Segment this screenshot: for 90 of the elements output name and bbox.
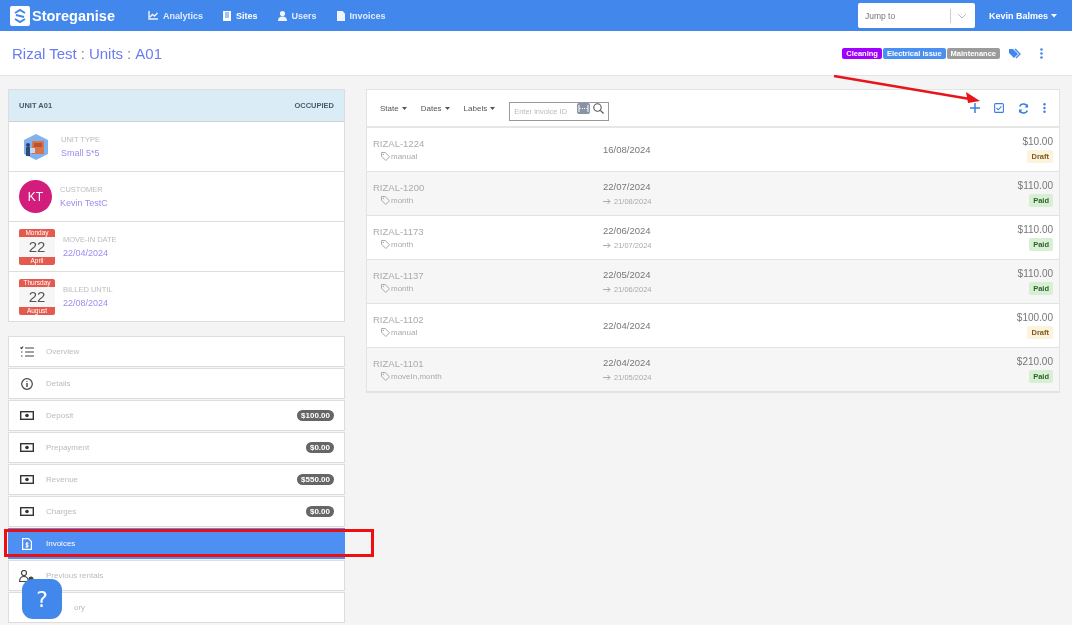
tag-icon[interactable]	[1009, 47, 1022, 59]
tag-icon	[381, 240, 390, 249]
tag-icon	[381, 152, 390, 161]
amount-badge: $550.00	[297, 474, 334, 485]
menu-item[interactable]: Prepayment $0.00	[8, 432, 345, 463]
invoice-icon	[19, 537, 35, 550]
menu-item[interactable]: Overview	[8, 336, 345, 367]
nav-link[interactable]: Sites	[223, 10, 258, 21]
invoice-labels: month	[391, 196, 414, 205]
checkbox-icon[interactable]	[994, 103, 1004, 113]
invoice-date: 22/04/2024	[603, 320, 651, 331]
breadcrumb-link[interactable]: A01	[135, 44, 162, 62]
barcode-scan-icon[interactable]	[577, 102, 591, 114]
field-value[interactable]: Small 5*5	[61, 148, 100, 158]
invoice-labels: manual	[391, 328, 418, 337]
invoice-id: RIZAL-1173	[373, 226, 425, 237]
caret-icon	[490, 106, 496, 110]
amount-badge: $0.00	[305, 506, 334, 517]
field-value[interactable]: Kevin TestC	[60, 198, 108, 208]
invoice-id: RIZAL-1224	[373, 138, 426, 149]
menu-item[interactable]: Previous rentals	[8, 560, 345, 591]
banknote-icon	[19, 411, 35, 420]
menu-item[interactable]: Revenue $550.00	[8, 464, 345, 495]
invoice-date: 22/07/2024	[603, 181, 652, 192]
help-button[interactable]: ?	[22, 579, 62, 619]
caret-icon	[444, 106, 450, 110]
invoice-id: RIZAL-1102	[373, 314, 425, 325]
refresh-icon[interactable]	[1018, 102, 1029, 114]
customer-avatar: KT	[19, 180, 52, 213]
user-menu[interactable]: Kevin Balmes	[988, 10, 1057, 21]
invoice-amount: $210.00	[1016, 356, 1053, 367]
nav-link[interactable]: Analytics	[148, 10, 204, 21]
tag-icon	[381, 372, 390, 381]
invoice-labels: moveIn,month	[391, 372, 442, 381]
invoice-id: RIZAL-1101	[373, 358, 425, 369]
chevron-down-icon[interactable]	[956, 13, 967, 19]
field-value[interactable]: 22/04/2024	[63, 248, 117, 258]
arrow-right-icon	[603, 374, 611, 381]
storage-unit-drawing	[22, 132, 50, 161]
invoice-amount: $100.00	[1016, 312, 1053, 323]
invoice-labels: month	[391, 240, 414, 249]
invoice-labels: manual	[391, 152, 418, 161]
invoice-date: 22/04/2024	[603, 357, 652, 368]
arrow-right-icon	[603, 198, 611, 205]
nav-link[interactable]: Invoices	[336, 10, 386, 21]
filter-dropdown[interactable]: State	[380, 103, 407, 113]
checklist-icon	[19, 345, 35, 358]
tag-icon	[381, 284, 390, 293]
add-icon[interactable]	[970, 103, 980, 113]
invoice-date: 22/05/2024	[603, 269, 652, 280]
amount-badge: $100.00	[297, 410, 334, 421]
invoice-date: 16/08/2024	[603, 144, 651, 155]
jump-to-field[interactable]: Jump to	[857, 3, 975, 28]
caret-icon	[1051, 13, 1057, 18]
amount-badge: $0.00	[305, 442, 334, 453]
menu-item[interactable]: Charges $0.00	[8, 496, 345, 527]
invoice-amount: $110.00	[1017, 224, 1053, 235]
banknote-icon	[19, 443, 35, 452]
file-icon	[336, 10, 345, 21]
invoice-id: RIZAL-1200	[373, 182, 426, 193]
tag-icon	[381, 196, 390, 205]
user-icon	[277, 10, 287, 21]
filter-dropdown[interactable]: Labels	[463, 103, 496, 113]
invoice-id: RIZAL-1137	[373, 270, 425, 281]
caret-icon	[401, 106, 407, 110]
invoice-labels: month	[391, 284, 414, 293]
invoice-amount: $10.00	[1022, 136, 1053, 147]
banknote-icon	[19, 475, 35, 484]
search-icon[interactable]	[593, 102, 605, 114]
filter-dropdown[interactable]: Dates	[420, 103, 450, 113]
breadcrumb-link[interactable]: Units	[88, 44, 124, 62]
chart-icon	[148, 11, 158, 20]
nav-link[interactable]: Users	[277, 10, 317, 21]
arrow-right-icon	[603, 286, 611, 293]
tag-icon	[381, 328, 390, 337]
invoice-amount: $110.00	[1017, 268, 1053, 279]
arrow-right-icon	[603, 242, 611, 249]
field-value[interactable]: 22/08/2024	[63, 298, 113, 308]
breadcrumb-separator: :	[127, 44, 132, 62]
invoice-amount: $110.00	[1017, 180, 1053, 191]
breadcrumb-separator: :	[80, 44, 85, 62]
more-icon[interactable]	[1040, 47, 1043, 59]
building-icon	[223, 10, 232, 21]
info-icon	[19, 377, 35, 390]
logo-icon	[10, 5, 30, 26]
brand-name[interactable]: Storeganise	[32, 7, 115, 24]
breadcrumb-link[interactable]: Rizal Test	[12, 44, 77, 62]
banknote-icon	[19, 507, 35, 516]
invoice-date: 22/06/2024	[603, 225, 652, 236]
more-icon[interactable]	[1043, 103, 1046, 113]
